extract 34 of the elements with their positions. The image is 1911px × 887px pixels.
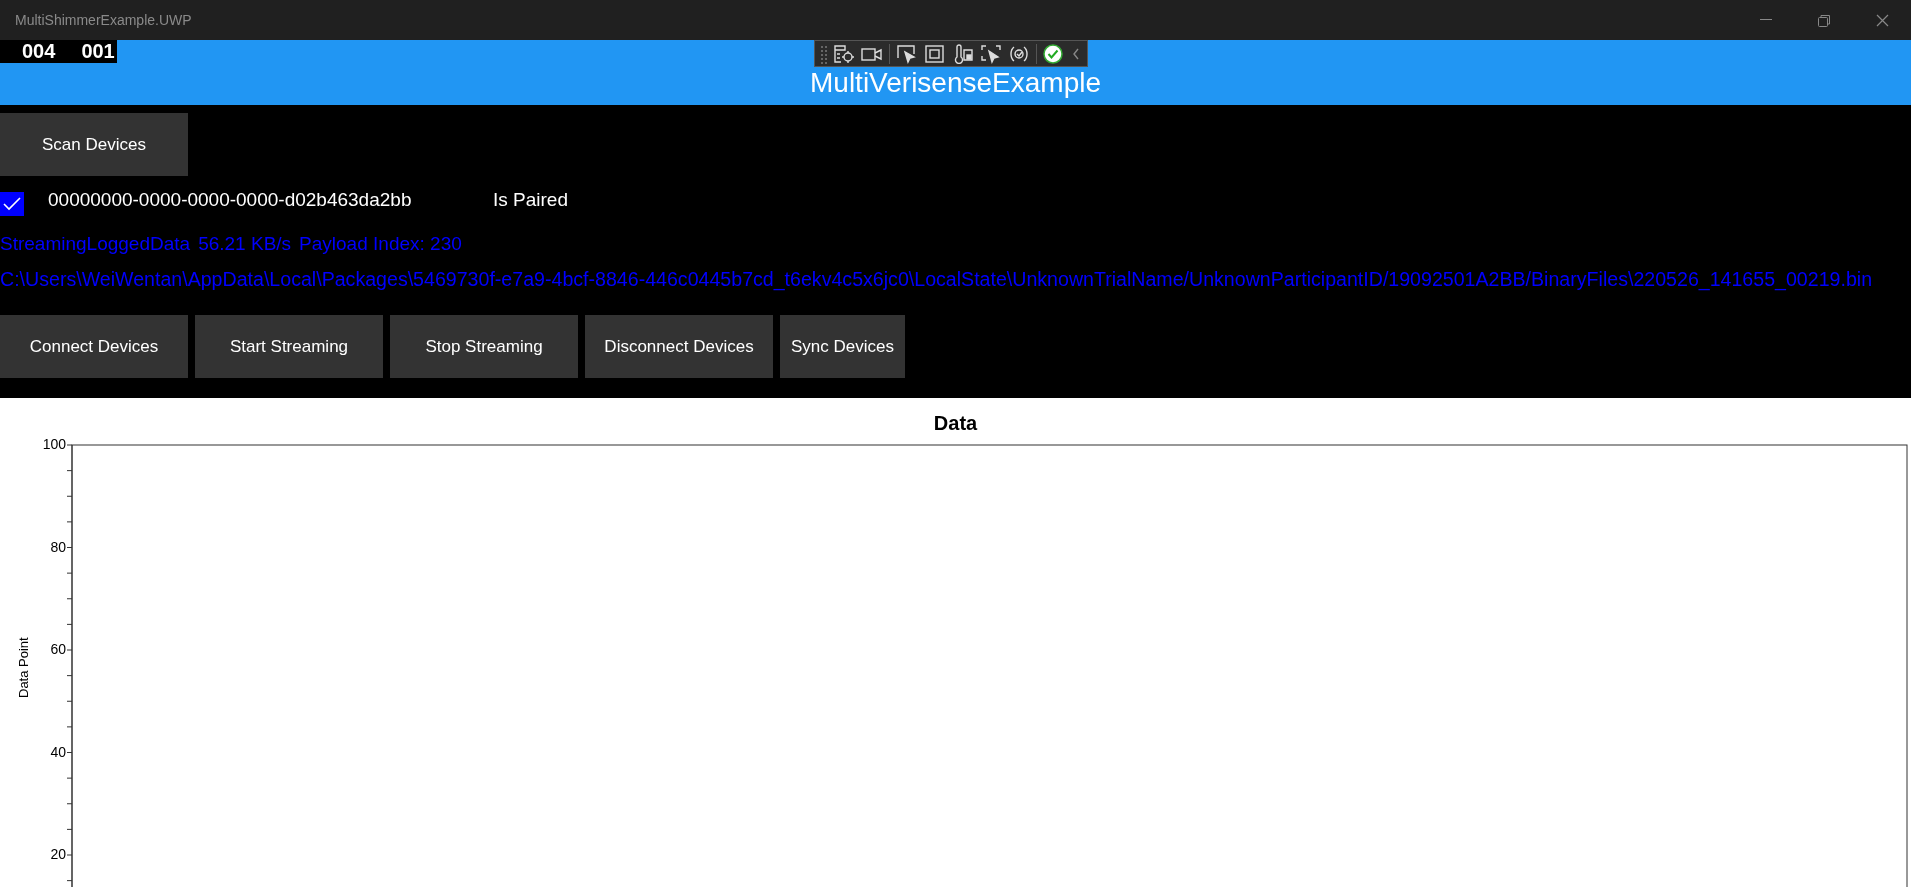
window-title: MultiShimmerExample.UWP	[15, 12, 193, 28]
pairing-status: Is Paired	[493, 189, 568, 211]
chart-title: Data	[933, 412, 978, 434]
action-button[interactable]: Sync Devices	[780, 315, 905, 378]
action-button[interactable]: Start Streaming	[195, 315, 383, 378]
counter-value: 001	[81, 40, 115, 63]
file-path: C:\Users\WeiWentan\AppData\Local\Packages\5469730f-e7a9-4bcf-8846-446c0445b7cd_t6ekv4c5x6jc0\LocalState\UnknownTrialName/UnknownParticipantID/19092501A2BB/BinaryFiles\220526_141655_00219.bin	[0, 267, 1873, 291]
grip-icon[interactable]	[821, 43, 827, 64]
status-text: 56.21 KB/s	[198, 233, 292, 255]
tick-label: 80	[50, 538, 66, 555]
restore-icon[interactable]	[1817, 13, 1831, 27]
visual-tree-icon[interactable]	[833, 43, 855, 64]
check-circle-icon[interactable]	[1043, 43, 1063, 64]
close-icon[interactable]	[1875, 13, 1889, 27]
scan-devices-button[interactable]: Scan Devices	[0, 113, 188, 176]
tick-label: 20	[50, 846, 66, 862]
action-button[interactable]: Disconnect Devices	[585, 315, 773, 378]
select-icon[interactable]	[980, 43, 1002, 64]
status-text: Payload Index: 230	[299, 233, 462, 255]
pointer-icon[interactable]	[896, 43, 918, 64]
frame-icon[interactable]	[924, 43, 946, 64]
axis-title: Data Point	[16, 637, 31, 698]
tick-label: 100	[42, 436, 66, 452]
device-checkbox[interactable]	[0, 192, 24, 216]
minimize-icon[interactable]	[1760, 19, 1772, 21]
device-id: 00000000-0000-0000-0000-d02b463da2bb	[48, 189, 413, 211]
thermometer-icon[interactable]	[952, 43, 974, 64]
app-title: MultiVerisenseExample	[810, 67, 1101, 100]
status-text: StreamingLoggedData	[0, 233, 191, 255]
tick-label: 40	[50, 743, 66, 760]
counter-value: 004	[22, 40, 56, 63]
tick-label: 60	[50, 641, 66, 657]
action-button[interactable]: Connect Devices	[0, 315, 188, 378]
action-button[interactable]: Stop Streaming	[390, 315, 578, 378]
